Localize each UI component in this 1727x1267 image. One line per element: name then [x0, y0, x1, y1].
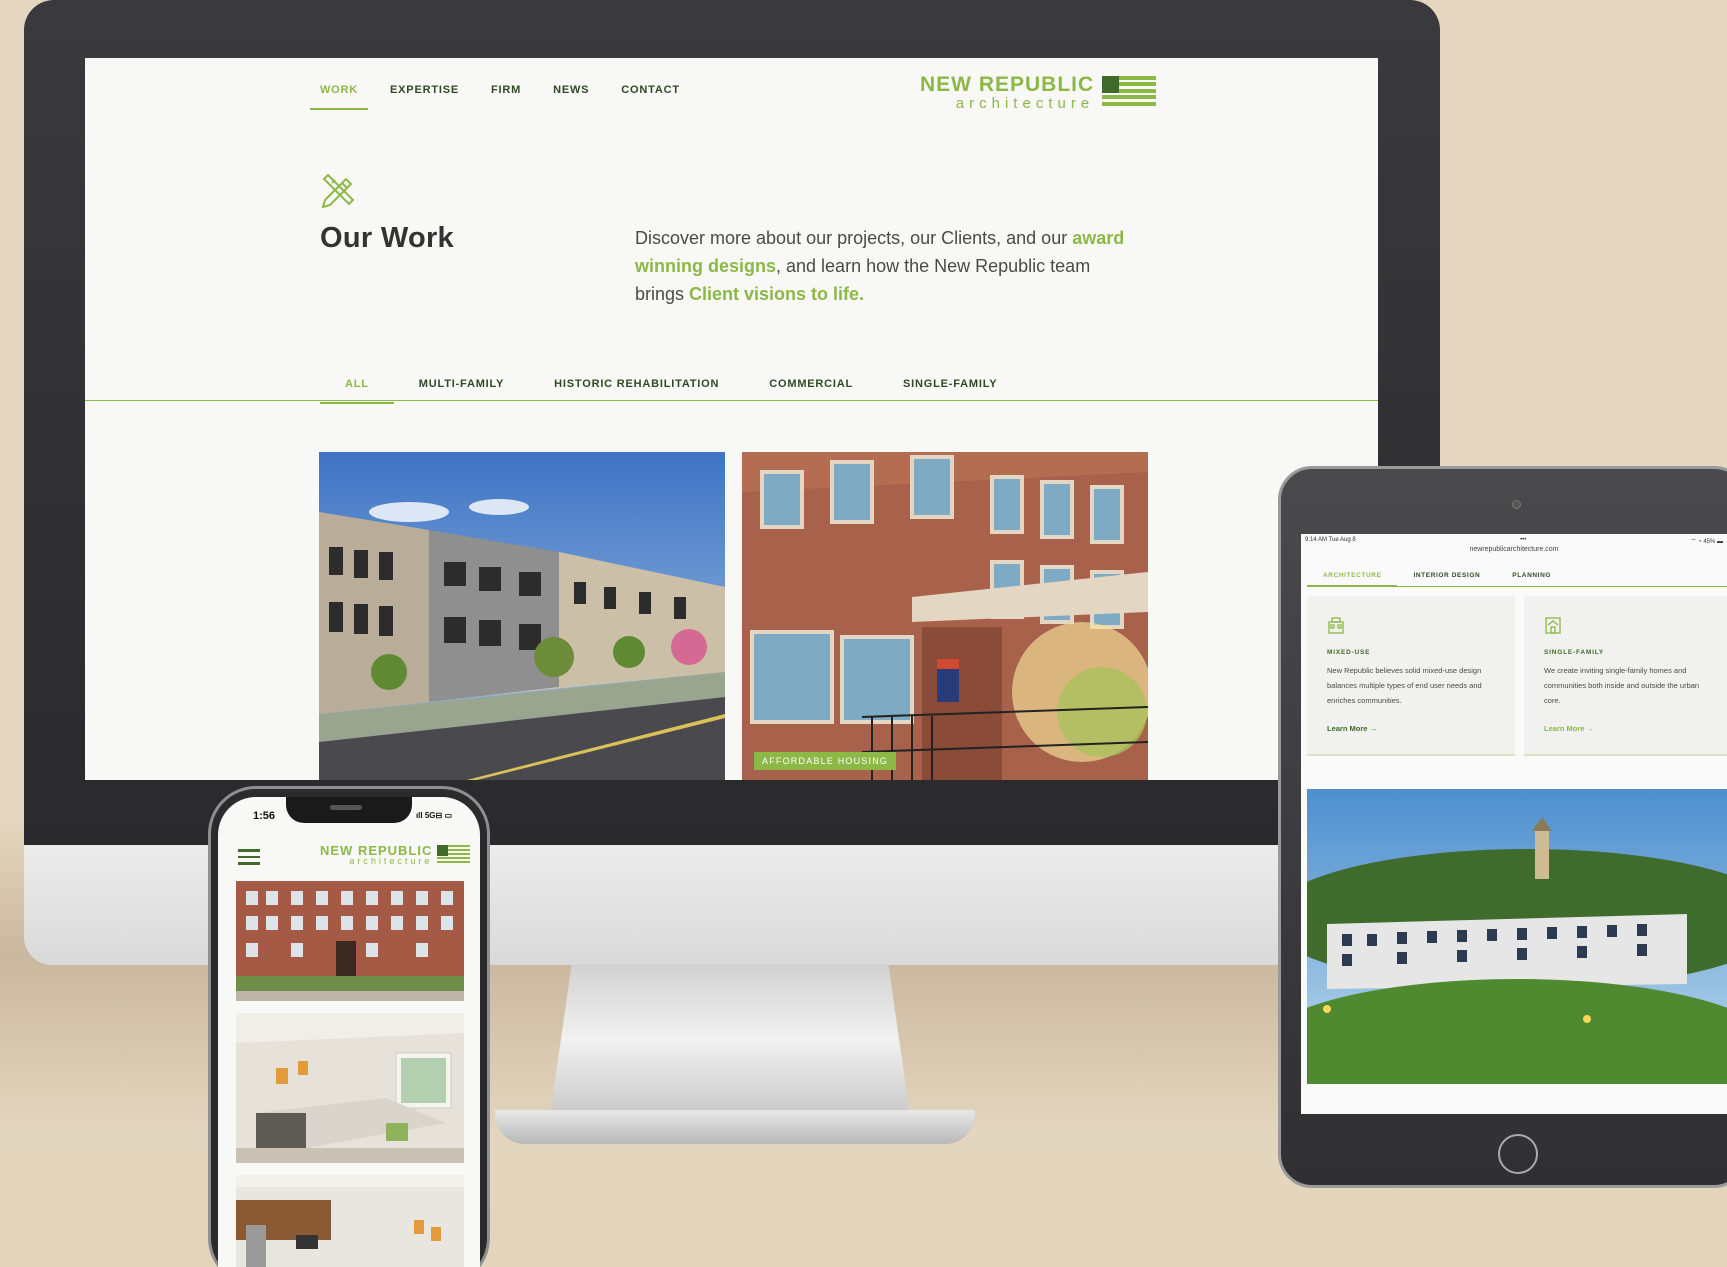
card-title: SINGLE-FAMILY: [1544, 649, 1604, 656]
hillside-building-photo[interactable]: [1307, 789, 1727, 1084]
tablet-battery: ⌔ ◔ 45% ▬: [1690, 539, 1723, 545]
project-tag: AFFORDABLE HOUSING: [754, 752, 897, 770]
brick-apartment-photo: [742, 452, 1148, 780]
tablet-tab-divider: [1307, 586, 1727, 587]
tab-planning[interactable]: PLANNING: [1496, 572, 1567, 586]
kitchen-cabinets-image: [236, 1175, 464, 1267]
home-button[interactable]: [1498, 1134, 1538, 1174]
tablet-url[interactable]: newrepublicarchitecture.com: [1301, 546, 1727, 553]
imac-stand: [550, 965, 910, 1115]
filter-divider: [85, 400, 1378, 401]
learn-more-link[interactable]: Learn More →: [1327, 724, 1377, 733]
phone-screen: 1:56 ıll 5G⊟ ▭ NEW REPUBLIC architecture: [218, 797, 480, 1267]
main-nav: WORK EXPERTISE FIRM NEWS CONTACT: [310, 84, 712, 110]
tablet-tabs: ARCHITECTURE INTERIOR DESIGN PLANNING: [1307, 572, 1567, 586]
logo-name: NEW REPUBLIC: [920, 73, 1095, 96]
phone-project-brick-building[interactable]: [236, 881, 464, 1001]
mixed-use-building-icon: [1328, 617, 1344, 634]
tablet-status-bar: 9:14 AM Tue Aug 8 ••• ⌔ ◔ 45% ▬: [1305, 537, 1723, 545]
card-text: We create inviting single-family homes a…: [1544, 666, 1700, 705]
project-card-affordable-housing[interactable]: AFFORDABLE HOUSING: [742, 452, 1148, 780]
flag-icon: [437, 844, 471, 866]
card-single-family[interactable]: SINGLE-FAMILY We create inviting single-…: [1524, 596, 1727, 756]
pencil-ruler-icon: [321, 173, 355, 208]
nav-work[interactable]: WORK: [310, 84, 369, 110]
card-title: MIXED-USE: [1327, 649, 1371, 656]
intro-text: Discover more about our projects, our Cl…: [635, 224, 1135, 308]
house-icon: [1545, 617, 1561, 634]
project-card-townhouses[interactable]: [319, 452, 725, 780]
brick-building-image: [236, 881, 464, 1001]
phone-project-kitchen[interactable]: [236, 1013, 464, 1163]
hamburger-menu-icon[interactable]: [238, 849, 260, 869]
kitchen-interior-image: [236, 1013, 464, 1163]
camera-icon: [1512, 500, 1521, 509]
phone-notch: [286, 797, 412, 823]
tab-architecture[interactable]: ARCHITECTURE: [1307, 572, 1398, 586]
tablet-dots: •••: [1520, 537, 1527, 543]
nav-firm[interactable]: FIRM: [491, 84, 521, 110]
phone-time: 1:56: [253, 810, 276, 822]
learn-more-link[interactable]: Learn More →: [1544, 724, 1594, 733]
logo-subtitle: architecture: [349, 856, 433, 866]
tablet-time: 9:14 AM Tue Aug 8: [1305, 537, 1356, 543]
hillside-building-image: [1307, 789, 1727, 1084]
site-logo[interactable]: NEW REPUBLIC architecture: [920, 73, 1157, 112]
townhouses-rendering-image: [319, 452, 725, 780]
imac-foot: [495, 1110, 975, 1144]
card-mixed-use[interactable]: MIXED-USE New Republic believes solid mi…: [1307, 596, 1515, 756]
intro-highlight-visions: Client visions to life.: [689, 284, 865, 304]
page-title: Our Work: [320, 222, 454, 254]
desktop-screen: WORK EXPERTISE FIRM NEWS CONTACT NEW REP…: [85, 58, 1378, 780]
flag-icon: [1102, 75, 1157, 110]
card-text: New Republic believes solid mixed-use de…: [1327, 666, 1482, 705]
phone-project-kitchen-2[interactable]: [236, 1175, 464, 1267]
tab-interior-design[interactable]: INTERIOR DESIGN: [1397, 572, 1496, 586]
phone-logo[interactable]: NEW REPUBLIC architecture: [320, 844, 471, 866]
nav-news[interactable]: NEWS: [553, 84, 589, 110]
phone-signal: ıll 5G⊟ ▭: [415, 811, 452, 820]
nav-expertise[interactable]: EXPERTISE: [390, 84, 459, 110]
tablet-screen: 9:14 AM Tue Aug 8 ••• ⌔ ◔ 45% ▬ newrepub…: [1301, 534, 1727, 1114]
nav-contact[interactable]: CONTACT: [621, 84, 680, 110]
logo-subtitle: architecture: [955, 95, 1095, 112]
intro-part1: Discover more about our projects, our Cl…: [635, 228, 1073, 248]
